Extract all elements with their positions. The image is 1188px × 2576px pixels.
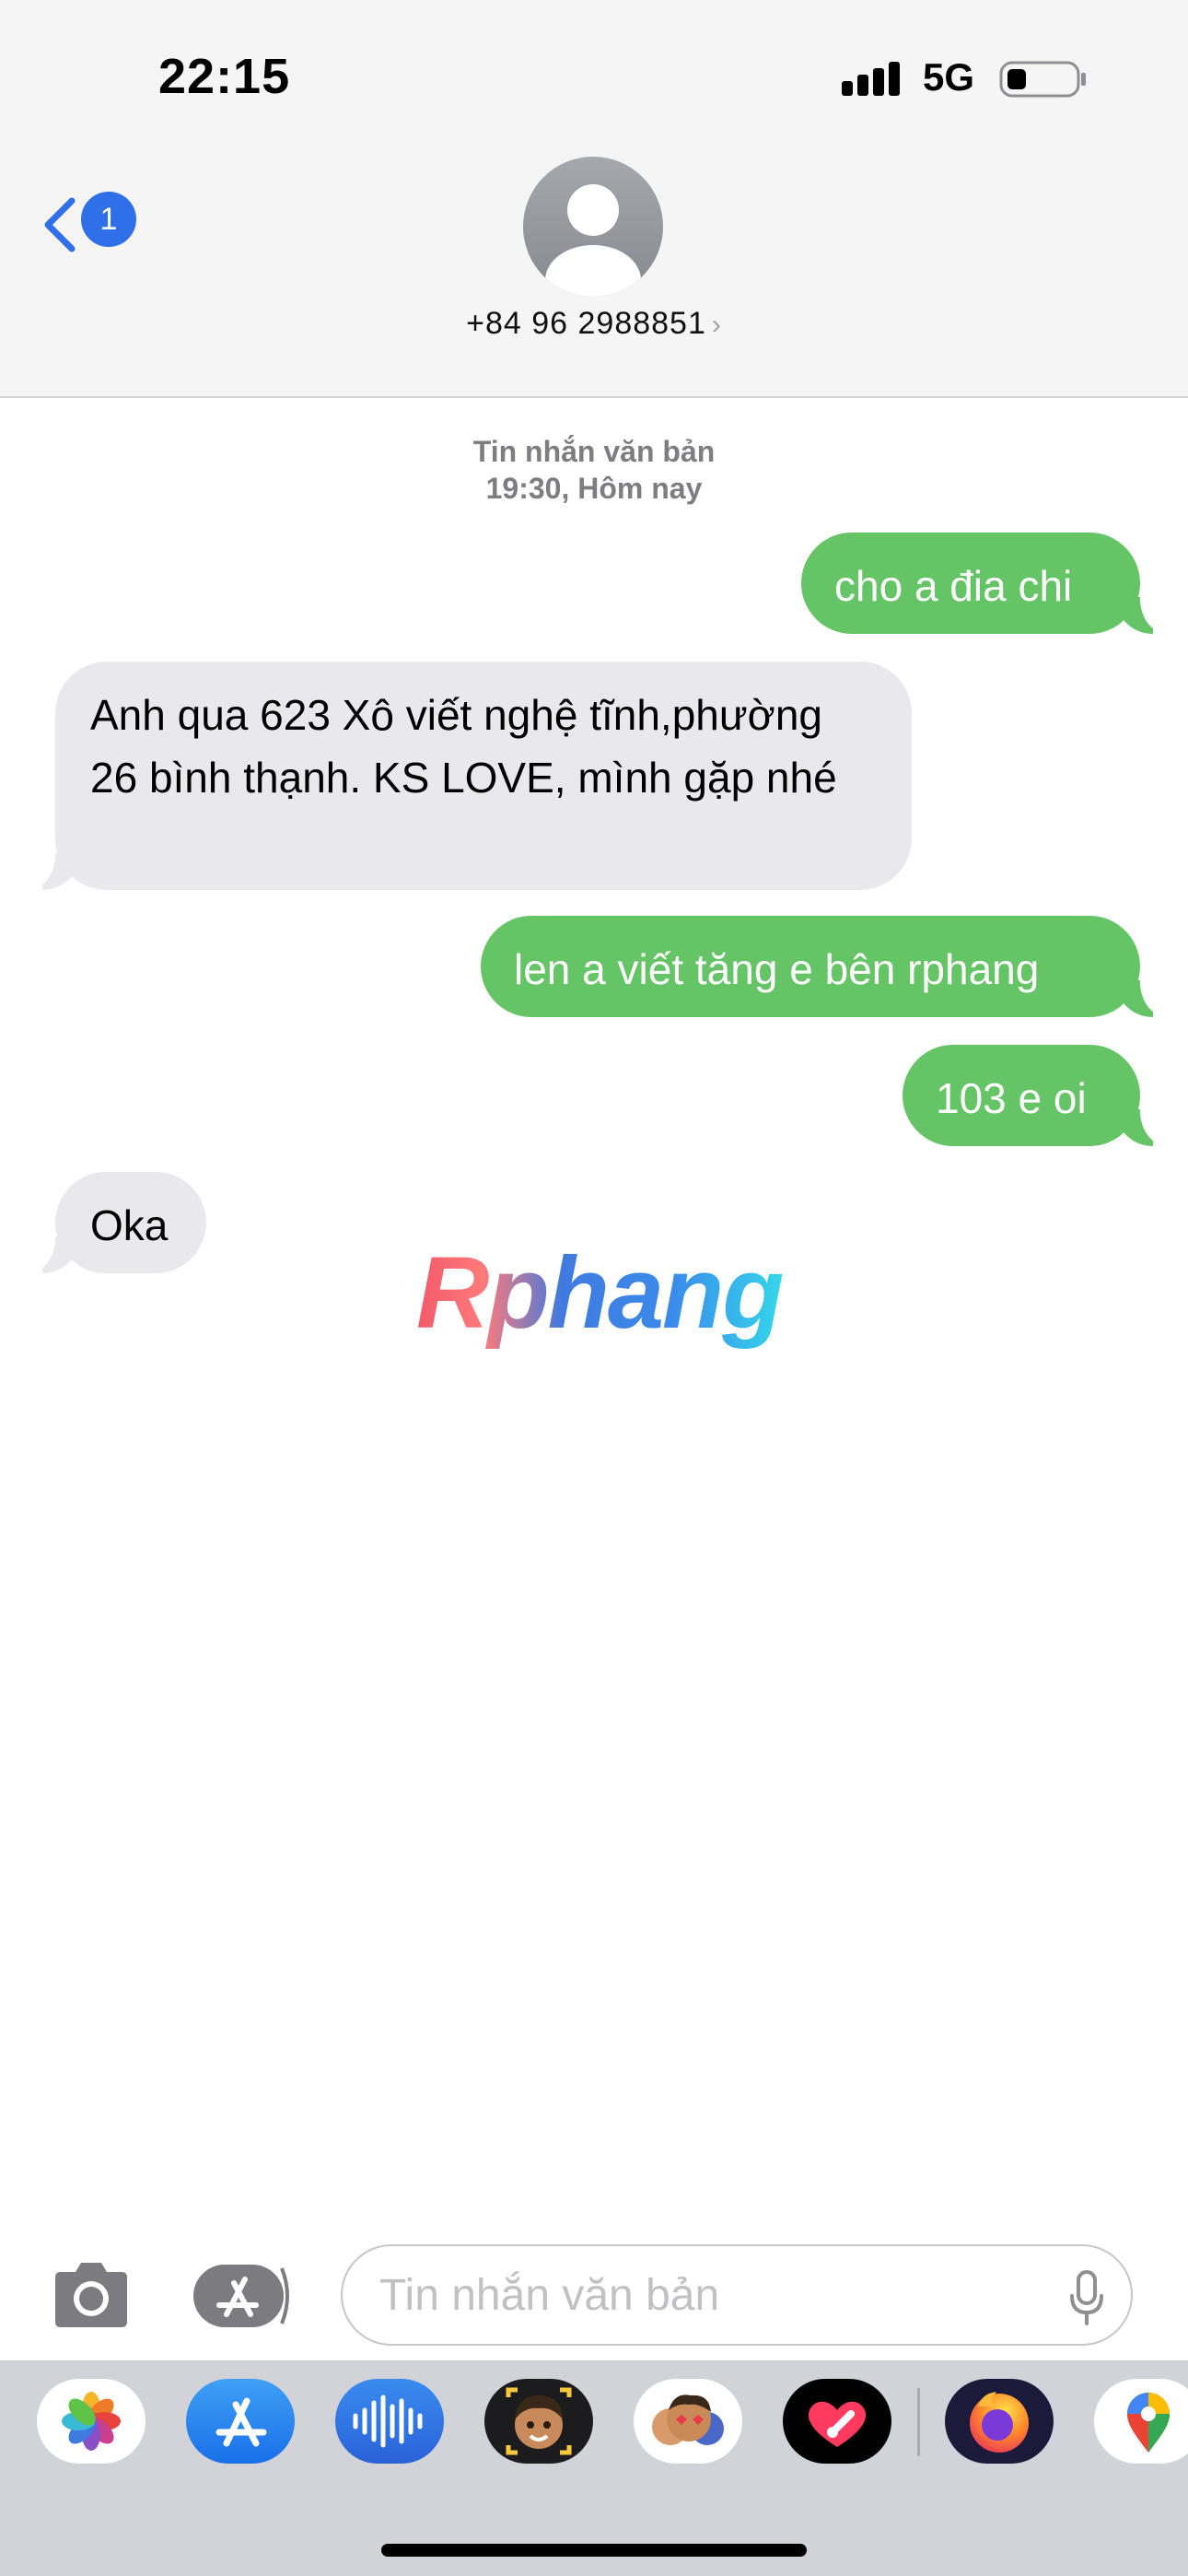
audio-message-app-icon[interactable] bbox=[335, 2379, 444, 2464]
message-text: 103 e oi bbox=[936, 1074, 1087, 1122]
chevron-right-icon: › bbox=[711, 310, 722, 340]
app-store-glyph-icon bbox=[215, 2397, 267, 2447]
contact-avatar[interactable] bbox=[523, 157, 663, 297]
photos-app-icon[interactable] bbox=[37, 2379, 146, 2464]
back-button[interactable]: 1 bbox=[41, 188, 142, 262]
network-type: 5G bbox=[923, 55, 975, 99]
message-input[interactable] bbox=[378, 2266, 1026, 2324]
bubble-tail bbox=[1116, 980, 1168, 1017]
photos-flower-icon bbox=[62, 2392, 121, 2451]
app-store-icon[interactable] bbox=[192, 2263, 295, 2329]
message-text: cho a đia chi bbox=[834, 562, 1073, 610]
message-bubble-received[interactable]: Oka bbox=[28, 1172, 206, 1273]
imessage-app-drawer bbox=[0, 2360, 1188, 2576]
status-time: 22:15 bbox=[158, 49, 291, 104]
memoji-app-icon[interactable] bbox=[484, 2379, 593, 2464]
chevron-left-icon bbox=[44, 197, 76, 252]
message-bubble-sent[interactable]: cho a đia chi bbox=[801, 533, 1168, 634]
message-type-label: Tin nhắn văn bản bbox=[472, 435, 716, 468]
contact-number: +84 96 2988851 bbox=[466, 306, 706, 341]
message-bubble-sent[interactable]: 103 e oi bbox=[903, 1045, 1168, 1146]
animoji-stickers-app-icon[interactable] bbox=[634, 2379, 742, 2464]
message-bubble-sent[interactable]: len a viết tăng e bên rphang bbox=[481, 916, 1168, 1017]
home-indicator[interactable] bbox=[381, 2544, 807, 2557]
unread-badge: 1 bbox=[81, 192, 136, 247]
battery-icon bbox=[999, 61, 1086, 98]
bubble-tail bbox=[28, 1236, 79, 1273]
app-store-app-icon[interactable] bbox=[186, 2379, 295, 2464]
waveform-icon bbox=[353, 2395, 423, 2448]
message-bubble-received[interactable]: Anh qua 623 Xô viết nghệ tĩnh,phường 26 … bbox=[28, 662, 912, 890]
message-text: Anh qua 623 Xô viết nghệ tĩnh,phường 26 … bbox=[90, 691, 837, 802]
heart-icon bbox=[808, 2401, 867, 2447]
message-time-label: 19:30, Hôm nay bbox=[485, 472, 703, 505]
bubble-tail bbox=[28, 853, 79, 890]
memoji-face-icon bbox=[506, 2387, 572, 2455]
thread-timestamp: Tin nhắn văn bản 19:30, Hôm nay bbox=[0, 433, 1188, 507]
google-maps-app-icon[interactable] bbox=[1094, 2379, 1188, 2464]
drawer-divider bbox=[917, 2388, 920, 2456]
digital-touch-app-icon[interactable] bbox=[783, 2379, 891, 2464]
contact-name-button[interactable]: +84 96 2988851 › bbox=[0, 306, 1188, 342]
camera-icon[interactable] bbox=[48, 2257, 134, 2331]
message-input-field[interactable] bbox=[341, 2244, 1133, 2346]
message-text: Oka bbox=[90, 1201, 169, 1249]
microphone-icon[interactable] bbox=[1068, 2270, 1105, 2325]
watermark-logo: Rphang bbox=[416, 1236, 784, 1350]
map-pin-icon bbox=[1127, 2393, 1170, 2453]
message-text: len a viết tăng e bên rphang bbox=[514, 945, 1040, 993]
firefox-logo-icon bbox=[970, 2392, 1029, 2453]
firefox-app-icon[interactable] bbox=[945, 2379, 1054, 2464]
cellular-signal-icon bbox=[842, 62, 900, 96]
bubble-tail bbox=[1116, 1109, 1168, 1146]
bubble-tail bbox=[1116, 597, 1168, 634]
sticker-faces-icon bbox=[652, 2395, 724, 2445]
conversation-header: 22:15 5G 1 +84 96 2988851 › bbox=[0, 0, 1188, 398]
